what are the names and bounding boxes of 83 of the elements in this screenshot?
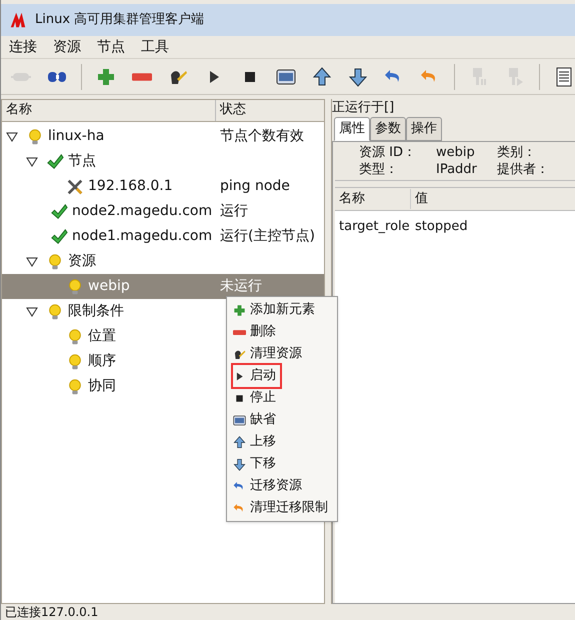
menu-item[interactable]: 节点 bbox=[97, 36, 125, 58]
tree-row[interactable]: 节点 bbox=[2, 149, 324, 174]
context-menu-item[interactable]: 启动 bbox=[233, 365, 280, 387]
arrow-up-icon bbox=[312, 66, 332, 86]
tree-label: 192.168.0.1 bbox=[88, 177, 173, 196]
console-icon bbox=[233, 414, 246, 426]
table-cell-text: stopped bbox=[414, 218, 469, 236]
checkmark-icon bbox=[50, 228, 68, 246]
table-cell-text: target_role bbox=[338, 218, 411, 236]
plus-icon bbox=[96, 66, 116, 86]
tree-row[interactable]: node1.magedu.com 运行(主控节点) bbox=[2, 224, 324, 249]
minus-icon bbox=[132, 72, 152, 80]
lightbulb-icon bbox=[66, 278, 84, 296]
tree-label: node2.magedu.com bbox=[72, 202, 212, 221]
menu-item[interactable]: 工具 bbox=[141, 36, 169, 58]
tree-label: linux-ha bbox=[48, 127, 104, 146]
checkmark-icon bbox=[46, 152, 64, 170]
tree-label: 资源 bbox=[68, 252, 96, 271]
context-menu-item[interactable]: 清理迁移限制 bbox=[233, 497, 332, 519]
tree-row[interactable]: linux-ha 节点个数有效 bbox=[2, 124, 324, 149]
expanded-triangle-icon[interactable] bbox=[26, 156, 38, 166]
tools-icon bbox=[66, 178, 84, 196]
field-label: 资源 ID： bbox=[359, 144, 416, 161]
minus-icon bbox=[233, 330, 246, 334]
tree-label: node1.magedu.com bbox=[72, 227, 212, 246]
arrow-down-icon bbox=[233, 458, 246, 470]
app-logo-icon bbox=[9, 11, 27, 29]
tree-label: webip bbox=[88, 277, 130, 296]
field-label: 类型： bbox=[359, 161, 399, 178]
context-menu-item[interactable]: 添加新元素 bbox=[233, 299, 319, 321]
lightbulb-icon bbox=[46, 252, 64, 270]
document-icon bbox=[554, 66, 574, 86]
tree-label: 节点 bbox=[68, 152, 96, 171]
status-text: 运行(主控节点) bbox=[219, 227, 315, 246]
panel-title: 正运行于[] bbox=[332, 99, 396, 117]
context-menu-item[interactable]: 迁移资源 bbox=[233, 475, 306, 497]
field-value: webip bbox=[436, 144, 476, 161]
context-menu-item[interactable]: 上移 bbox=[233, 431, 280, 453]
tree-label: 限制条件 bbox=[68, 302, 124, 321]
column-header[interactable]: 值 bbox=[411, 189, 432, 209]
context-menu-item[interactable]: 缺省 bbox=[233, 409, 280, 431]
menu-item[interactable]: 连接 bbox=[9, 36, 37, 58]
tree-label: 顺序 bbox=[88, 352, 116, 371]
status-text: 节点个数有效 bbox=[219, 127, 304, 146]
field-label: 类别： bbox=[496, 144, 537, 161]
lightbulb-icon bbox=[46, 302, 64, 320]
plus-icon bbox=[233, 304, 246, 316]
context-menu-item[interactable]: 删除 bbox=[233, 321, 280, 343]
lightbulb-icon bbox=[66, 352, 84, 370]
console-icon bbox=[276, 66, 296, 86]
window-title: Linux 高可用集群管理客户端 bbox=[35, 11, 204, 30]
tree-label: 协同 bbox=[88, 377, 116, 396]
expanded-triangle-icon[interactable] bbox=[26, 256, 38, 266]
column-header[interactable]: 名称 bbox=[335, 189, 411, 209]
lightbulb-icon bbox=[66, 328, 84, 346]
expanded-triangle-icon[interactable] bbox=[26, 306, 38, 316]
tree-row[interactable]: node2.magedu.com 运行 bbox=[2, 199, 324, 224]
tree-row[interactable]: 资源 bbox=[2, 249, 324, 274]
status-text: 未运行 bbox=[219, 277, 262, 296]
status-text: 已连接127.0.0.1 bbox=[4, 604, 100, 620]
context-menu-item[interactable]: 清理资源 bbox=[233, 343, 306, 365]
tab[interactable]: 参数 bbox=[370, 117, 406, 141]
menu-item[interactable]: 资源 bbox=[53, 36, 81, 58]
context-menu-item[interactable]: 下移 bbox=[233, 453, 280, 475]
context-menu-item[interactable]: 停止 bbox=[233, 387, 280, 409]
field-label: 提供者： bbox=[496, 161, 549, 178]
tab[interactable]: 操作 bbox=[406, 117, 442, 141]
lightbulb-icon bbox=[26, 128, 44, 146]
brush-icon bbox=[233, 348, 246, 360]
status-text: ping node bbox=[219, 177, 290, 196]
field-value: IPaddr bbox=[436, 161, 477, 178]
tree-label: 位置 bbox=[88, 327, 116, 346]
tab[interactable]: 属性 bbox=[334, 117, 370, 141]
checkmark-icon bbox=[50, 202, 68, 220]
tree-row[interactable]: 192.168.0.1 ping node bbox=[2, 174, 324, 199]
column-header[interactable]: 名称 bbox=[2, 100, 216, 121]
tree-row[interactable]: webip 未运行 bbox=[2, 274, 324, 299]
arrow-down-icon bbox=[348, 66, 368, 86]
status-text: 运行 bbox=[219, 202, 248, 221]
expanded-triangle-icon[interactable] bbox=[6, 132, 18, 142]
arrow-up-icon bbox=[233, 436, 246, 448]
lightbulb-icon bbox=[66, 378, 84, 396]
column-header[interactable]: 状态 bbox=[216, 100, 250, 121]
